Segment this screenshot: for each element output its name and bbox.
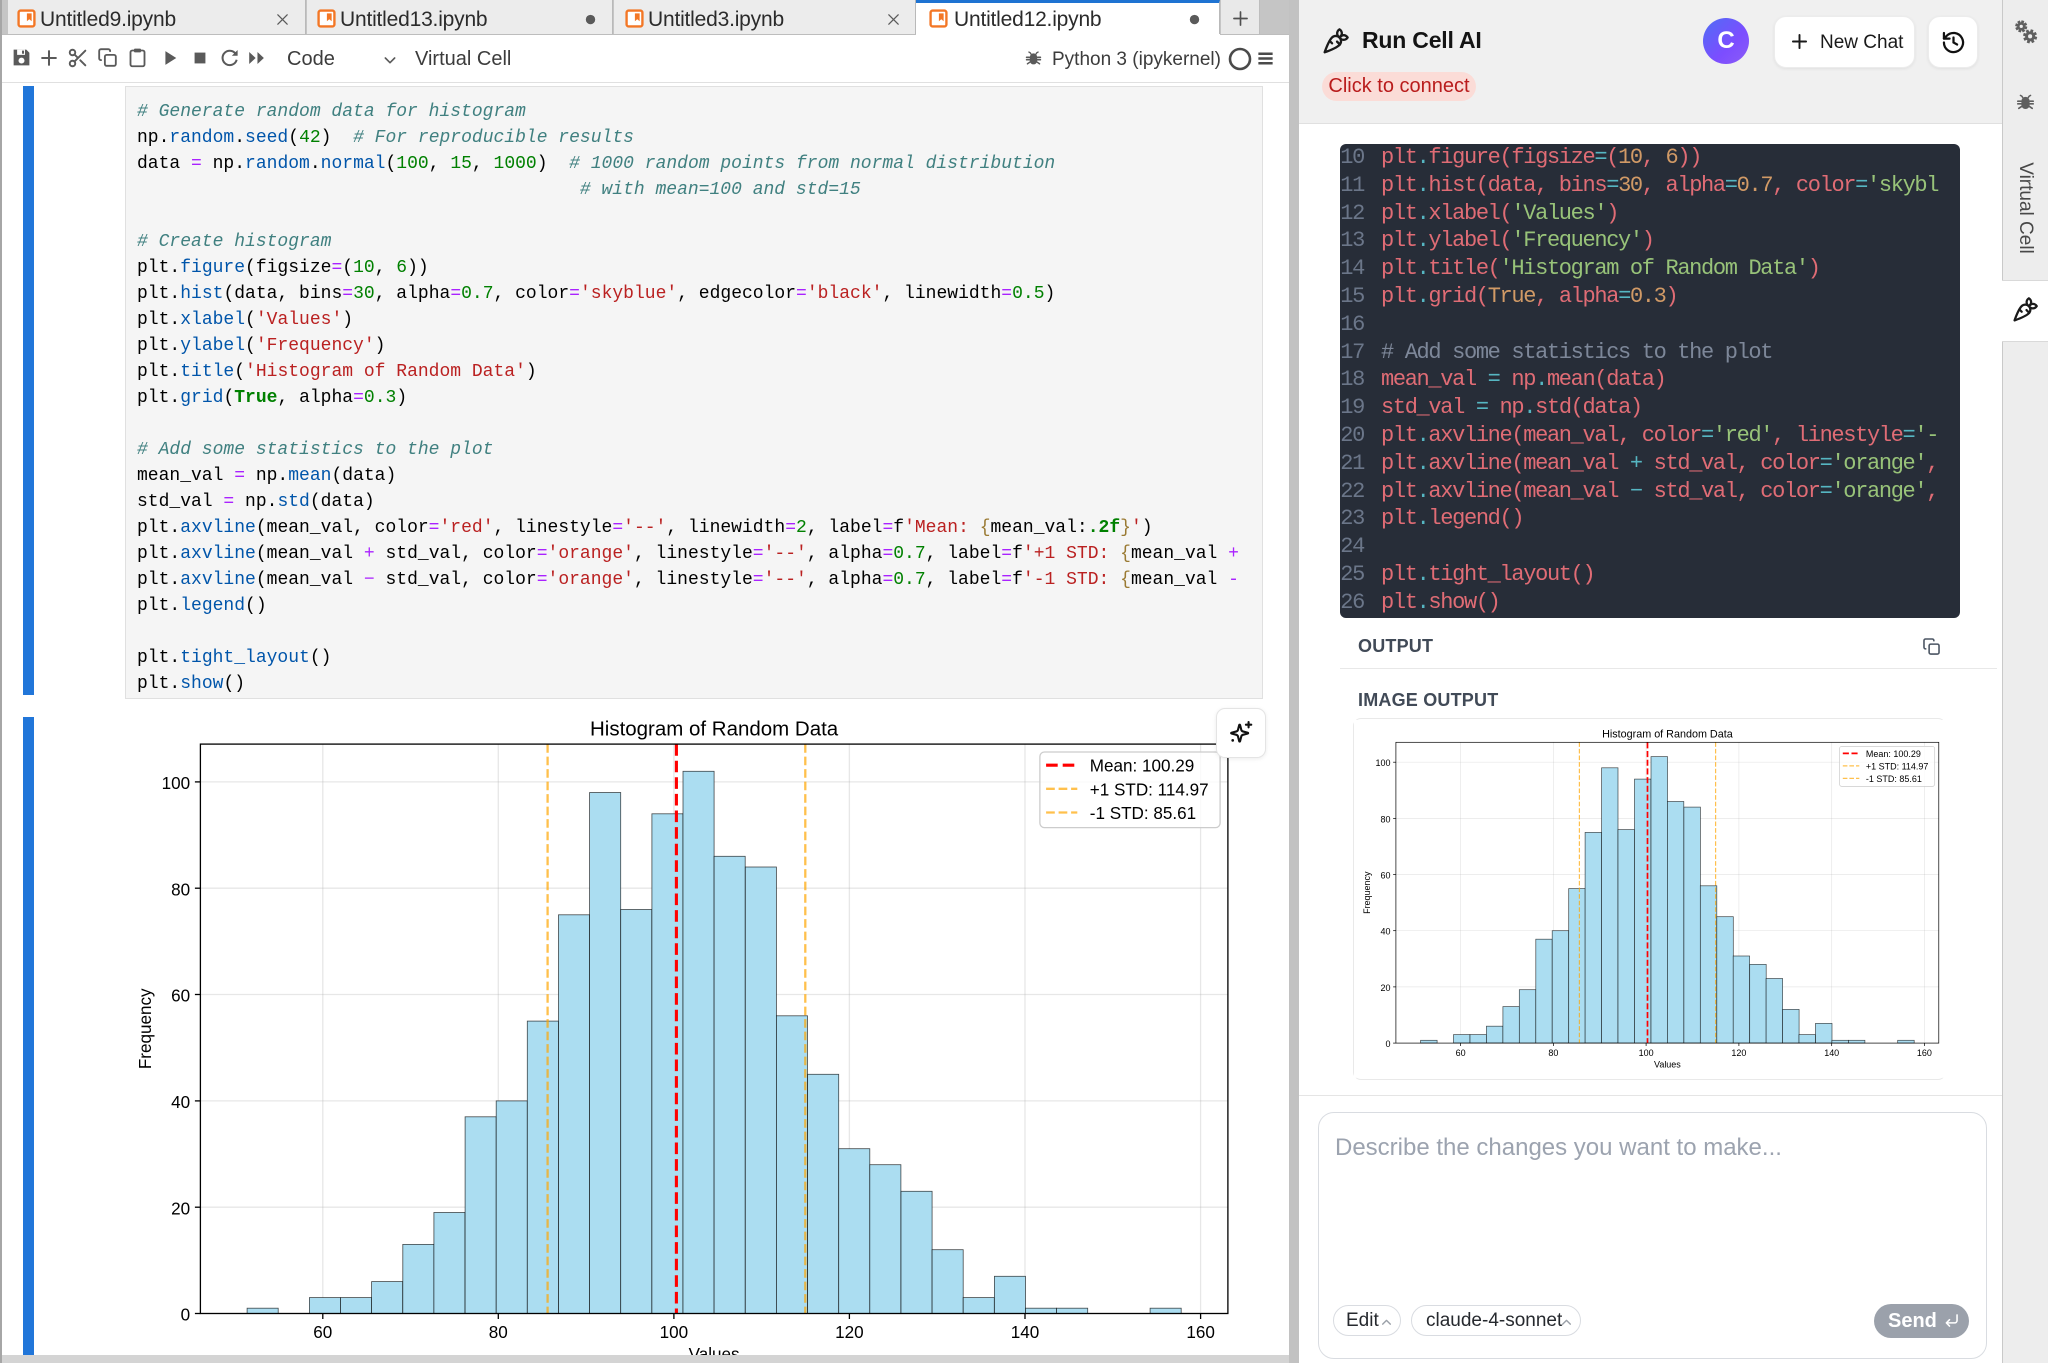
svg-text:100: 100 bbox=[162, 774, 191, 793]
svg-text:Histogram of Random Data: Histogram of Random Data bbox=[590, 717, 839, 740]
svg-text:120: 120 bbox=[1731, 1048, 1746, 1058]
svg-text:160: 160 bbox=[1186, 1323, 1214, 1342]
svg-text:80: 80 bbox=[1548, 1048, 1558, 1058]
svg-text:0: 0 bbox=[181, 1305, 191, 1324]
svg-text:Frequency: Frequency bbox=[1362, 871, 1372, 914]
svg-text:+1 STD: 114.97: +1 STD: 114.97 bbox=[1090, 780, 1209, 799]
svg-text:140: 140 bbox=[1011, 1323, 1039, 1342]
svg-text:100: 100 bbox=[1638, 1048, 1653, 1058]
svg-text:20: 20 bbox=[171, 1199, 190, 1218]
svg-text:40: 40 bbox=[1380, 927, 1390, 937]
svg-text:-1 STD: 85.61: -1 STD: 85.61 bbox=[1866, 774, 1922, 784]
svg-text:Mean: 100.29: Mean: 100.29 bbox=[1090, 756, 1194, 775]
svg-text:Mean: 100.29: Mean: 100.29 bbox=[1866, 749, 1921, 759]
svg-text:Values: Values bbox=[1654, 1060, 1681, 1070]
svg-text:80: 80 bbox=[1380, 814, 1390, 824]
svg-text:40: 40 bbox=[171, 1093, 190, 1112]
svg-text:60: 60 bbox=[171, 986, 190, 1005]
svg-text:120: 120 bbox=[835, 1323, 864, 1342]
svg-text:80: 80 bbox=[171, 880, 190, 899]
svg-text:60: 60 bbox=[1455, 1048, 1465, 1058]
svg-text:140: 140 bbox=[1824, 1048, 1839, 1058]
svg-text:20: 20 bbox=[1380, 983, 1390, 993]
svg-text:100: 100 bbox=[660, 1323, 689, 1342]
svg-text:0: 0 bbox=[1385, 1039, 1390, 1049]
svg-text:80: 80 bbox=[489, 1323, 508, 1342]
svg-text:60: 60 bbox=[313, 1323, 332, 1342]
svg-text:Frequency: Frequency bbox=[136, 988, 155, 1069]
svg-text:160: 160 bbox=[1917, 1048, 1932, 1058]
svg-text:+1 STD: 114.97: +1 STD: 114.97 bbox=[1866, 761, 1929, 771]
svg-text:60: 60 bbox=[1380, 870, 1390, 880]
svg-text:100: 100 bbox=[1375, 758, 1390, 768]
svg-text:Histogram of Random Data: Histogram of Random Data bbox=[1602, 728, 1733, 740]
svg-text:-1 STD: 85.61: -1 STD: 85.61 bbox=[1090, 804, 1196, 823]
